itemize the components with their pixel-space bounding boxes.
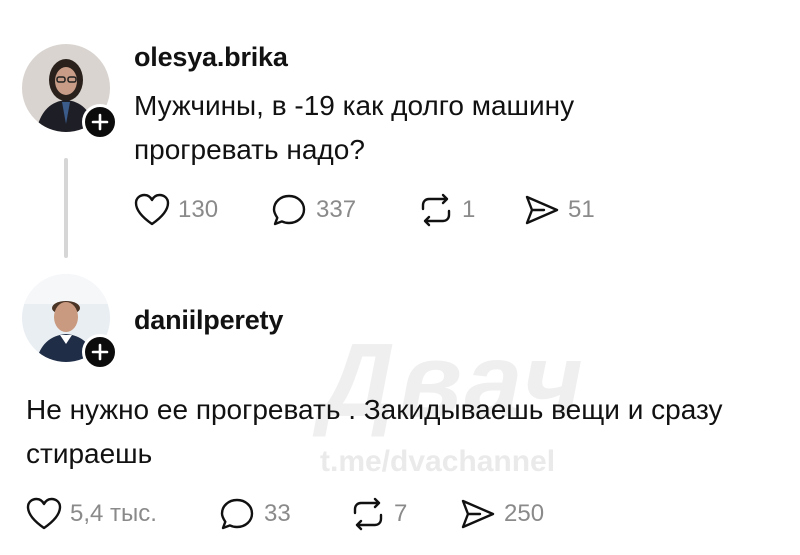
comment-icon	[220, 498, 254, 530]
share-count: 51	[568, 196, 595, 223]
repost-icon	[421, 193, 451, 227]
like-button-post-2[interactable]: 5,4 тыс.	[26, 497, 220, 531]
plus-icon	[91, 113, 109, 131]
like-button-post-1[interactable]: 130	[134, 193, 272, 227]
actions-post-1: 130 337 1 51	[134, 193, 624, 227]
thread-line	[64, 158, 68, 258]
post-text-2: Не нужно ее прогревать . Закидываешь вещ…	[26, 394, 723, 469]
like-count: 130	[178, 196, 219, 223]
reply-count: 33	[264, 500, 291, 527]
repost-count: 1	[462, 196, 476, 223]
repost-button-post-2[interactable]: 7	[350, 497, 460, 531]
share-count: 250	[504, 500, 545, 527]
like-count: 5,4 тыс.	[70, 500, 157, 527]
reply-button-post-1[interactable]: 337	[272, 193, 418, 227]
repost-button-post-1[interactable]: 1	[418, 193, 524, 227]
username-post-2[interactable]: daniilperety	[134, 305, 283, 336]
share-button-post-1[interactable]: 51	[524, 193, 624, 227]
comment-icon	[272, 194, 306, 226]
follow-button-post-2[interactable]	[82, 334, 118, 370]
share-icon	[525, 195, 559, 225]
repost-count: 7	[394, 500, 408, 527]
post-text-1: Мужчины, в -19 как долго машину прогрева…	[134, 90, 575, 165]
username-post-1[interactable]: olesya.brika	[134, 42, 288, 73]
actions-post-2: 5,4 тыс. 33 7 250	[26, 497, 580, 531]
follow-button-post-1[interactable]	[82, 104, 118, 140]
reply-button-post-2[interactable]: 33	[220, 497, 350, 531]
plus-icon	[91, 343, 109, 361]
repost-icon	[353, 497, 383, 531]
share-button-post-2[interactable]: 250	[460, 497, 580, 531]
reply-count: 337	[316, 196, 357, 223]
share-icon	[461, 499, 495, 529]
heart-icon	[134, 193, 170, 226]
heart-icon	[26, 497, 62, 530]
